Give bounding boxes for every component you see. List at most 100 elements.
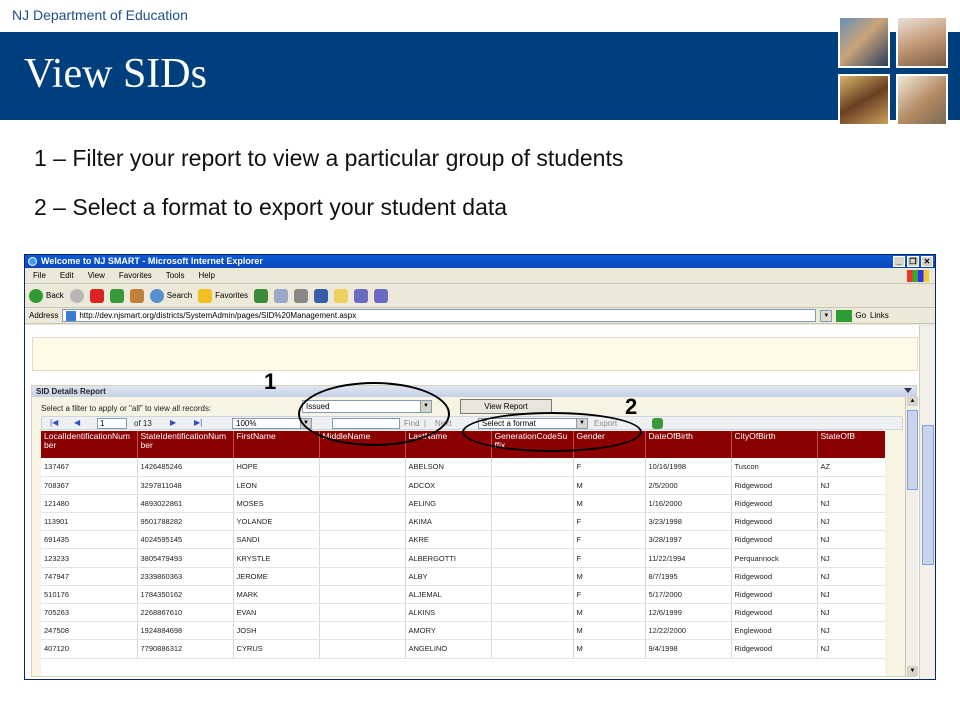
next-page-icon[interactable]: ▶ bbox=[170, 418, 176, 427]
table-cell: Ridgewood bbox=[731, 530, 818, 550]
table-cell bbox=[491, 548, 574, 568]
scroll-up-icon[interactable]: ▲ bbox=[907, 396, 918, 406]
table-cell: 708367 bbox=[41, 476, 138, 495]
table-cell: 747947 bbox=[41, 567, 138, 586]
grid-scroll-thumb[interactable] bbox=[907, 410, 918, 490]
table-cell: 12/22/2000 bbox=[645, 621, 732, 641]
table-cell: SANDI bbox=[233, 530, 320, 550]
table-cell: NJ bbox=[817, 494, 885, 514]
last-page-icon[interactable]: ▶| bbox=[194, 418, 202, 427]
research-icon[interactable] bbox=[354, 288, 369, 303]
refresh-icon[interactable] bbox=[109, 288, 124, 303]
table-cell: 3805479493 bbox=[137, 548, 234, 568]
menu-tools[interactable]: Tools bbox=[166, 271, 185, 280]
table-row: 691435 4024595145 SANDI AKRE F 3/28/1997 Ridge… bbox=[41, 530, 885, 550]
search-button[interactable]: Search bbox=[149, 288, 192, 303]
table-cell: JOSH bbox=[233, 621, 320, 641]
table-row: 123233 3805479493 KRYSTLE ALBERGOTTI F 11/22/… bbox=[41, 548, 885, 568]
table-cell: Ridgewood bbox=[731, 603, 818, 623]
photo-people-1 bbox=[838, 16, 890, 68]
table-row: 407120 7790886312 CYRUS ANGELINO M 9/4/1998 Ri… bbox=[41, 639, 885, 659]
go-button[interactable]: Go bbox=[836, 309, 866, 322]
photo-people-2 bbox=[896, 16, 948, 68]
table-cell: ANGELINO bbox=[405, 639, 492, 659]
address-label: Address bbox=[29, 311, 59, 320]
table-row: 708367 3297811048 LEON ADCOX M 2/5/2000 Ridgew… bbox=[41, 476, 885, 495]
links-button[interactable]: Links bbox=[870, 311, 889, 320]
messenger-icon[interactable] bbox=[374, 288, 389, 303]
menu-edit[interactable]: Edit bbox=[60, 271, 74, 280]
forward-button[interactable] bbox=[69, 288, 84, 303]
stop-icon[interactable] bbox=[89, 288, 104, 303]
table-cell: 1784350162 bbox=[137, 585, 234, 605]
table-cell: Ridgewood bbox=[731, 585, 818, 605]
table-cell: F bbox=[573, 548, 646, 568]
table-cell: 3297811048 bbox=[137, 476, 234, 495]
table-cell: Ridgewood bbox=[731, 494, 818, 514]
first-page-icon[interactable]: |◀ bbox=[50, 418, 58, 427]
search-icon bbox=[149, 288, 164, 303]
callout-ellipse-export bbox=[462, 412, 642, 452]
column-header[interactable]: CityOfBirth bbox=[731, 431, 818, 458]
callout-number-1: 1 bbox=[264, 369, 277, 394]
column-header[interactable]: StateOfB bbox=[817, 431, 885, 458]
folder-icon[interactable] bbox=[334, 288, 349, 303]
media-icon[interactable] bbox=[254, 288, 269, 303]
grid-scrollbar[interactable]: ▲ ▼ bbox=[905, 396, 918, 676]
column-header[interactable]: StateIdentificationNumber bbox=[137, 431, 234, 458]
table-cell: AMORY bbox=[405, 621, 492, 641]
table-cell: 11/22/1994 bbox=[645, 548, 732, 568]
refresh-report-icon[interactable] bbox=[652, 418, 663, 429]
table-cell: 9501788282 bbox=[137, 512, 234, 532]
report-header: SID Details Report bbox=[32, 386, 916, 397]
column-header[interactable]: FirstName bbox=[233, 431, 320, 458]
table-cell bbox=[491, 512, 574, 532]
photo-collage bbox=[838, 16, 952, 130]
column-header[interactable]: DateOfBirth bbox=[645, 431, 732, 458]
home-icon[interactable] bbox=[129, 288, 144, 303]
table-cell: 10/16/1998 bbox=[645, 458, 732, 477]
table-cell: 7790886312 bbox=[137, 639, 234, 659]
table-cell: 3/28/1997 bbox=[645, 530, 732, 550]
table-cell: CYRUS bbox=[233, 639, 320, 659]
menu-favorites[interactable]: Favorites bbox=[119, 271, 152, 280]
table-cell: Ridgewood bbox=[731, 512, 818, 532]
page-scroll-thumb[interactable] bbox=[922, 425, 934, 565]
back-button[interactable]: Back bbox=[29, 288, 64, 303]
table-cell bbox=[319, 639, 406, 659]
table-cell: 691435 bbox=[41, 530, 138, 550]
close-button[interactable]: ✕ bbox=[921, 256, 933, 267]
table-cell: NJ bbox=[817, 476, 885, 495]
menu-file[interactable]: File bbox=[33, 271, 46, 280]
address-dropdown[interactable]: ▼ bbox=[820, 309, 833, 322]
prev-page-icon[interactable]: ◀ bbox=[74, 418, 80, 427]
menu-help[interactable]: Help bbox=[198, 271, 214, 280]
table-row: 121480 4893022861 MOSES AELING M 1/16/2000 Rid… bbox=[41, 494, 885, 514]
table-cell: Ridgewood bbox=[731, 476, 818, 495]
scroll-down-icon[interactable]: ▼ bbox=[907, 666, 918, 676]
table-cell: M bbox=[573, 621, 646, 641]
table-cell: Ridgewood bbox=[731, 639, 818, 659]
favorites-button[interactable]: Favorites bbox=[198, 288, 248, 303]
table-cell: 3/23/1998 bbox=[645, 512, 732, 532]
maximize-button[interactable]: ❐ bbox=[907, 256, 919, 267]
edit-icon[interactable] bbox=[314, 288, 329, 303]
photo-people-4 bbox=[896, 74, 948, 126]
column-header[interactable]: LocalIdentificationNumber bbox=[41, 431, 138, 458]
table-cell: NJ bbox=[817, 585, 885, 605]
print-icon[interactable] bbox=[294, 288, 309, 303]
table-cell: ADCOX bbox=[405, 476, 492, 495]
page-content: SID Details Report Select a filter to ap… bbox=[25, 325, 921, 679]
address-input[interactable]: http://dev.njsmart.org/districts/SystemA… bbox=[62, 309, 817, 322]
table-cell: 2/5/2000 bbox=[645, 476, 732, 495]
table-cell bbox=[319, 494, 406, 514]
table-cell: YOLANDE bbox=[233, 512, 320, 532]
minimize-button[interactable]: _ bbox=[893, 256, 905, 267]
menu-view[interactable]: View bbox=[88, 271, 105, 280]
collapse-icon[interactable] bbox=[904, 388, 912, 393]
page-number-input[interactable]: 1 bbox=[97, 418, 127, 429]
table-cell: M bbox=[573, 639, 646, 659]
page-scrollbar[interactable] bbox=[919, 325, 935, 679]
mail-icon[interactable] bbox=[274, 288, 289, 303]
table-cell: Englewood bbox=[731, 621, 818, 641]
